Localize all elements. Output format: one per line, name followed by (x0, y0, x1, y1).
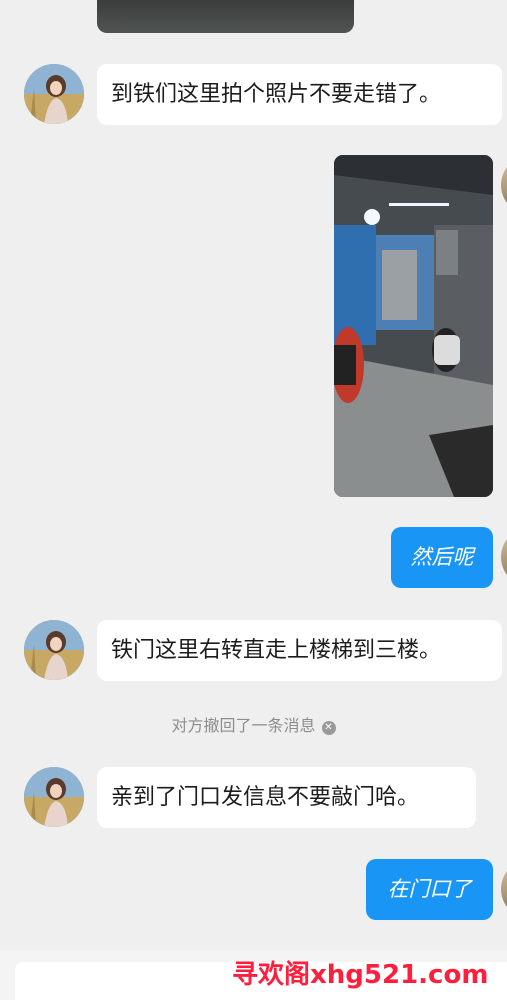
incoming-message[interactable]: 到铁们这里拍个照片不要走错了。 (97, 64, 502, 125)
previous-photo-message[interactable] (97, 0, 354, 33)
hallway-photo (334, 155, 493, 497)
avatar-picture (24, 620, 84, 680)
recall-notice: 对方撤回了一条消息 ✕ (0, 712, 507, 736)
outgoing-message[interactable]: 然后呢 (391, 527, 493, 588)
incoming-message[interactable]: 亲到了门口发信息不要敲门哈。 (97, 767, 476, 828)
contact-avatar[interactable] (24, 767, 84, 827)
avatar-picture (24, 64, 84, 124)
watermark: 寻欢阁xhg521.com (232, 960, 489, 990)
incoming-message[interactable]: 铁门这里右转直走上楼梯到三楼。 (97, 620, 502, 681)
outgoing-message[interactable]: 在门口了 (366, 859, 493, 920)
avatar-picture (24, 767, 84, 827)
contact-avatar[interactable] (24, 64, 84, 124)
my-avatar[interactable] (501, 155, 507, 215)
contact-avatar[interactable] (24, 620, 84, 680)
my-avatar[interactable] (501, 527, 507, 587)
photo-message-hallway[interactable] (334, 155, 493, 497)
recall-notice-text: 对方撤回了一条消息 (171, 716, 316, 735)
dismiss-icon[interactable]: ✕ (321, 721, 336, 735)
my-avatar[interactable] (501, 859, 507, 919)
